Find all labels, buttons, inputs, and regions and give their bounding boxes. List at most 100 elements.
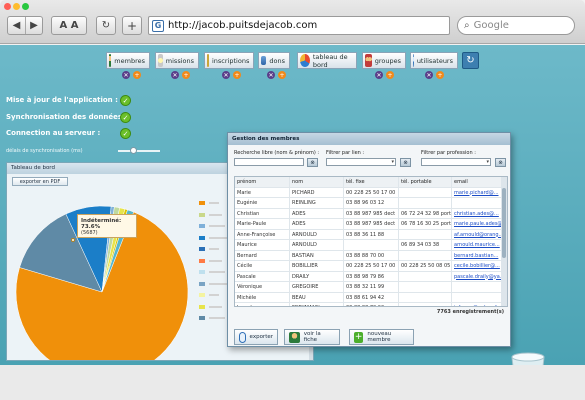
legend-item[interactable] (199, 281, 228, 286)
email-link[interactable] (451, 282, 501, 292)
text-size-button[interactable]: A A (52, 17, 86, 34)
legend-text-placeholder (209, 213, 222, 216)
add-icon[interactable]: + (233, 71, 241, 79)
browser-window: ◀ ▶ A A ↻ + G http://jacob.puitsdejacob.… (0, 0, 585, 400)
table-row[interactable]: Marie-Paule ADES 03 88 987 985 dect 06 78 1… (235, 219, 501, 230)
clear-profession-button[interactable]: ⊗ (495, 158, 506, 167)
legend-text-placeholder (209, 259, 222, 262)
legend-swatch (199, 212, 205, 217)
export-button-label: exporter (249, 334, 273, 340)
add-bookmark-button[interactable]: + (123, 17, 141, 34)
table-row[interactable]: Véronique GREGOIRE 03 88 32 11 99 (235, 282, 501, 293)
nav-membres[interactable]: membres (106, 52, 150, 69)
email-link[interactable]: af.arnould@orang... (451, 229, 501, 240)
table-row[interactable]: Christian ADES 03 88 987 985 dect 06 72 24 … (235, 208, 501, 219)
view-record-button[interactable]: voir la fiche (284, 329, 340, 345)
membres-sub-actions: ✕ + (122, 71, 141, 79)
legend-text-placeholder (209, 282, 228, 285)
email-link[interactable]: marie.pichard@... (451, 187, 501, 198)
email-link[interactable]: cecile.bobillier@... (451, 261, 501, 271)
email-link[interactable] (451, 292, 501, 303)
table-cell: Bernard (237, 252, 257, 259)
table-row[interactable]: Cécile BOBILLIER 00 228 25 50 17 00 00 228 … (235, 261, 501, 272)
clear-search-button[interactable]: ⊗ (307, 158, 318, 167)
maximize-window-icon[interactable] (22, 3, 29, 10)
table-row[interactable]: Eugénie REINLING 03 88 96 03 12 (235, 198, 501, 209)
filter-profession-select[interactable]: ▾ (421, 158, 491, 166)
nav-missions[interactable]: missions (155, 52, 199, 69)
column-header[interactable]: email (451, 177, 501, 187)
legend-item[interactable] (199, 224, 225, 228)
close-window-icon[interactable] (4, 3, 11, 10)
remove-icon[interactable]: ✕ (267, 71, 275, 79)
legend-item[interactable] (199, 247, 219, 251)
forward-button[interactable]: ▶ (25, 17, 42, 34)
email-link[interactable]: christian.ades@... (451, 208, 501, 219)
table-row[interactable]: Michèle BEAU 03 88 61 94 42 (235, 292, 501, 303)
remove-icon[interactable]: ✕ (122, 71, 130, 79)
back-button[interactable]: ◀ (8, 17, 25, 34)
search-field[interactable]: ⌕ Google (457, 16, 575, 35)
filter-lien-select[interactable]: ▾ (326, 158, 396, 166)
column-header[interactable]: tél. fixe (343, 177, 398, 187)
table-row[interactable]: Anne-Françoise ARNOULD 03 88 36 11 88 af.ar… (235, 229, 501, 240)
reload-button[interactable]: ↻ (97, 17, 115, 34)
legend-text-placeholder (209, 248, 219, 250)
email-link[interactable]: arnould.maurice... (451, 240, 501, 250)
nav-utilisateurs[interactable]: utilisateurs (410, 52, 458, 69)
search-members-input[interactable] (234, 158, 304, 166)
legend-item[interactable] (199, 201, 219, 205)
add-icon[interactable]: + (278, 71, 286, 79)
nav-tableau-de-bord[interactable]: tableau de bord (297, 52, 357, 69)
legend-swatch (199, 281, 205, 286)
legend-item[interactable] (199, 316, 225, 320)
remove-icon[interactable]: ✕ (222, 71, 230, 79)
legend-item[interactable] (199, 258, 222, 263)
email-link[interactable]: jofreym@yahoo.fr (451, 303, 501, 306)
email-link[interactable]: marie.paule.ades@... (451, 219, 501, 229)
new-member-button[interactable]: + nouveau membre (349, 329, 414, 345)
table-row[interactable]: Pascale DRAILY 03 88 98 79 86 pascale.drail… (235, 271, 501, 282)
legend-item[interactable] (199, 235, 228, 240)
email-link[interactable] (451, 198, 501, 208)
delai-slider-thumb[interactable] (130, 147, 137, 154)
table-row[interactable]: Maurice ARNOULD 06 89 34 03 38 arnould.maur… (235, 240, 501, 251)
legend-item[interactable] (199, 212, 222, 217)
minimize-window-icon[interactable] (13, 3, 20, 10)
email-link[interactable]: bernard.bastian... (451, 250, 501, 261)
add-icon[interactable]: + (436, 71, 444, 79)
table-cell: DRAILY (289, 271, 343, 282)
card-icon (261, 56, 267, 65)
table-row[interactable]: JosephFREYMANN03 88 88 70 00 jofreym@yaho… (235, 303, 501, 306)
table-cell (398, 229, 451, 240)
nav-groupes[interactable]: groupes (362, 52, 406, 69)
add-icon[interactable]: + (386, 71, 394, 79)
column-header[interactable]: prénom (235, 177, 289, 187)
add-icon[interactable]: + (133, 71, 141, 79)
column-header[interactable]: nom (289, 177, 343, 187)
remove-icon[interactable]: ✕ (425, 71, 433, 79)
export-button[interactable]: exporter (234, 329, 278, 345)
remove-icon[interactable]: ✕ (375, 71, 383, 79)
delai-slider-track[interactable] (118, 150, 160, 152)
column-header[interactable]: tél. portable (398, 177, 451, 187)
table-scrollbar-thumb[interactable] (502, 188, 506, 258)
clear-lien-button[interactable]: ⊗ (400, 158, 411, 167)
legend-item[interactable] (199, 270, 225, 274)
table-cell: BOBILLIER (289, 261, 343, 271)
legend-swatch (199, 258, 205, 263)
address-bar[interactable]: G http://jacob.puitsdejacob.com (148, 16, 450, 35)
email-link[interactable]: pascale.draily@ya... (451, 271, 501, 282)
table-cell: ADES (289, 208, 343, 219)
nav-inscriptions[interactable]: inscriptions (204, 52, 254, 69)
add-icon[interactable]: + (182, 71, 190, 79)
legend-item[interactable] (199, 293, 219, 297)
table-row[interactable]: Marie PICHARD 00 228 25 50 17 00 marie.pich… (235, 187, 501, 198)
table-row[interactable]: Bernard BASTIAN 03 88 88 70 00 bernard.bast… (235, 250, 501, 261)
nav-dons[interactable]: dons (258, 52, 290, 69)
legend-item[interactable] (199, 304, 222, 309)
refresh-icon: ↻ (466, 55, 475, 66)
table-cell (398, 303, 451, 306)
refresh-button[interactable]: ↻ (462, 52, 479, 69)
remove-icon[interactable]: ✕ (171, 71, 179, 79)
